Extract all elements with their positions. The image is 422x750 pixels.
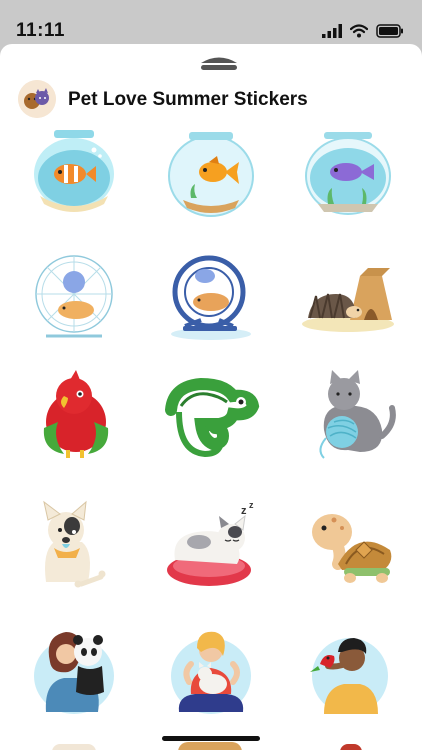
- cellular-signal-icon: [322, 24, 342, 38]
- status-icons: [322, 24, 404, 38]
- green-chameleon-sticker[interactable]: [161, 366, 261, 466]
- purple-fish-aquarium-sticker[interactable]: [298, 126, 398, 226]
- hamster-wheel-outline-sticker[interactable]: [24, 246, 124, 346]
- sticker-sheet: Pet Love Summer Stickers z z: [0, 44, 422, 750]
- tortoise-sticker[interactable]: [298, 498, 398, 598]
- svg-text:z: z: [249, 500, 254, 510]
- clownfish-bowl-sticker[interactable]: [24, 126, 124, 226]
- battery-icon: [376, 24, 403, 38]
- french-bulldog-sticker[interactable]: [24, 498, 124, 598]
- hedgehog-house-sticker[interactable]: [298, 246, 398, 346]
- gray-cat-yarn-sticker[interactable]: [298, 366, 398, 466]
- man-with-parrot-sticker[interactable]: [298, 622, 398, 722]
- sheet-grabber-handle[interactable]: [198, 54, 240, 72]
- status-time: 11:11: [16, 20, 65, 41]
- sticker-pack-title: Pet Love Summer Stickers: [68, 89, 308, 110]
- girl-hugging-panda-sticker[interactable]: [24, 622, 124, 722]
- hamster-wheel-blue-sticker[interactable]: [161, 246, 261, 346]
- svg-text:z: z: [241, 505, 247, 517]
- home-indicator[interactable]: [162, 736, 260, 741]
- wifi-icon: [350, 24, 368, 38]
- sleeping-cat-sticker[interactable]: z z: [161, 498, 261, 598]
- woman-with-cat-sticker[interactable]: [161, 622, 261, 722]
- red-parrot-sticker[interactable]: [24, 366, 124, 466]
- pets-app-icon: [18, 80, 56, 118]
- sticker-pack-header: Pet Love Summer Stickers: [0, 80, 422, 120]
- goldfish-bowl-sticker[interactable]: [161, 126, 261, 226]
